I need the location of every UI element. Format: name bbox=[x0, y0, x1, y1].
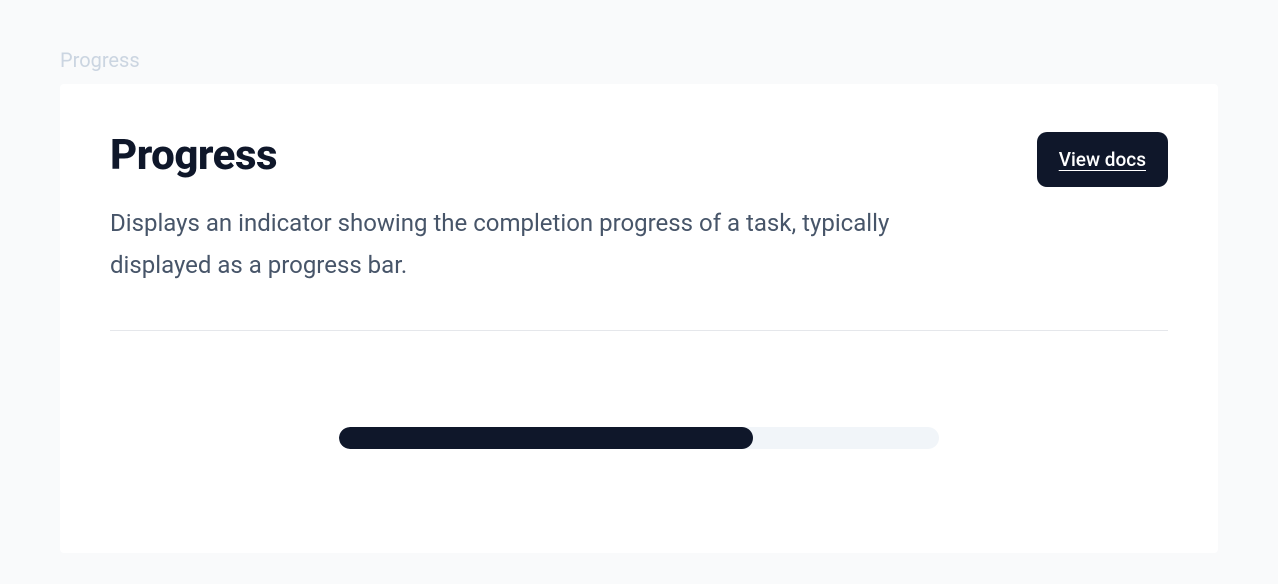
progress-bar-track bbox=[339, 427, 939, 449]
breadcrumb: Progress bbox=[60, 48, 1218, 72]
progress-bar-fill bbox=[339, 427, 753, 449]
component-card: Progress Displays an indicator showing t… bbox=[60, 84, 1218, 553]
card-header: Progress Displays an indicator showing t… bbox=[110, 132, 1168, 286]
page-container: Progress Progress Displays an indicator … bbox=[0, 0, 1278, 553]
view-docs-label: View docs bbox=[1059, 148, 1146, 171]
component-description: Displays an indicator showing the comple… bbox=[110, 202, 930, 286]
view-docs-button[interactable]: View docs bbox=[1037, 132, 1168, 187]
demo-area bbox=[110, 331, 1168, 497]
header-text-block: Progress Displays an indicator showing t… bbox=[110, 132, 930, 286]
page-title: Progress bbox=[110, 132, 930, 180]
